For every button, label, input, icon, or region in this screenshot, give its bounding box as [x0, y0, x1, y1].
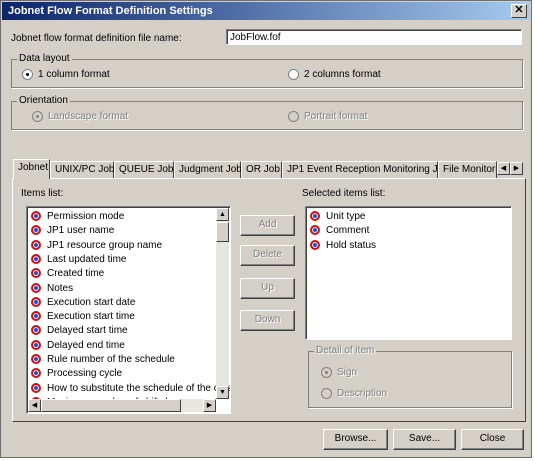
- tab-unix-pc-job[interactable]: UNIX/PC Job: [50, 161, 114, 178]
- scroll-thumb[interactable]: [216, 222, 229, 242]
- item-label: How to substitute the schedule of the cl…: [47, 382, 231, 394]
- item-type-icon: [31, 239, 41, 250]
- close-window-button[interactable]: ✕: [511, 4, 527, 18]
- item-label: JP1 user name: [47, 225, 115, 237]
- chevron-right-icon: ▶: [513, 165, 520, 172]
- selected-items-listbox[interactable]: Unit type Comment Hold status: [305, 206, 512, 340]
- add-button[interactable]: Add: [240, 215, 295, 236]
- arrow-right-icon: ▶: [206, 402, 213, 409]
- orientation-group: Orientation Landscape format Portrait fo…: [11, 95, 523, 130]
- item-label: Rule number of the schedule: [47, 354, 175, 365]
- horizontal-scrollbar[interactable]: ◀ ▶: [28, 399, 216, 412]
- tab-jobnet[interactable]: Jobnet: [13, 159, 50, 179]
- file-name-label: Jobnet flow format definition file name:: [11, 33, 182, 44]
- item-type-icon: [31, 225, 41, 236]
- tab-queue-job[interactable]: QUEUE Job: [114, 161, 174, 178]
- description-radio[interactable]: [321, 388, 332, 399]
- item-label: Processing cycle: [47, 368, 123, 380]
- item-label: Delayed end time: [47, 339, 125, 351]
- item-type-icon: [31, 339, 41, 350]
- item-type-icon: [31, 253, 41, 264]
- item-label: Hold status: [326, 239, 377, 251]
- item-type-icon: [31, 311, 41, 322]
- item-type-icon: [31, 354, 41, 364]
- one-column-label: 1 column format: [38, 69, 110, 80]
- item-type-icon: [31, 382, 41, 393]
- down-button[interactable]: Down: [240, 310, 295, 331]
- item-label: Comment: [326, 225, 370, 237]
- window-title: Jobnet Flow Format Definition Settings: [8, 5, 213, 17]
- item-type-icon: [31, 282, 41, 293]
- item-type-icon: [31, 325, 41, 336]
- item-type-icon: [310, 225, 320, 236]
- arrow-up-icon: ▲: [219, 211, 226, 218]
- file-name-input[interactable]: JobFlow.fof: [226, 29, 522, 45]
- dialog-window: Jobnet Flow Format Definition Settings ✕…: [0, 0, 532, 458]
- item-label: Permission mode: [47, 211, 125, 222]
- item-label: Last updated time: [47, 253, 127, 265]
- tab-file-monitoring[interactable]: File Monitoring: [438, 161, 497, 178]
- tab-judgment-job[interactable]: Judgment Job: [174, 161, 242, 178]
- delete-button[interactable]: Delete: [240, 245, 295, 266]
- close-icon: ✕: [514, 4, 524, 16]
- tab-scroll-right-button[interactable]: ▶: [510, 162, 523, 175]
- portrait-label: Portrait format: [304, 111, 368, 122]
- scroll-right-button[interactable]: ▶: [203, 399, 216, 412]
- sign-label: Sign: [337, 367, 358, 378]
- arrow-down-icon: ▼: [219, 389, 226, 396]
- item-label: Execution start time: [47, 311, 135, 323]
- two-columns-label: 2 columns format: [304, 69, 381, 80]
- up-button[interactable]: Up: [240, 278, 295, 299]
- two-columns-radio[interactable]: [288, 69, 299, 80]
- one-column-radio[interactable]: [22, 69, 33, 80]
- hscroll-thumb[interactable]: [41, 399, 181, 412]
- landscape-radio[interactable]: [32, 111, 43, 122]
- close-button[interactable]: Close: [461, 429, 524, 450]
- browse-button[interactable]: Browse...: [323, 429, 388, 450]
- items-list-label: Items list:: [21, 188, 64, 199]
- items-listbox[interactable]: Permission mode JP1 user name JP1 resource…: [26, 206, 231, 414]
- landscape-label: Landscape format: [48, 111, 129, 122]
- item-label: Created time: [47, 268, 105, 280]
- item-type-icon: [31, 211, 41, 221]
- item-type-icon: [310, 239, 320, 250]
- sign-radio[interactable]: [321, 367, 332, 378]
- detail-legend: Detail of item: [314, 345, 377, 356]
- file-name-value: JobFlow.fof: [230, 32, 281, 43]
- item-type-icon: [31, 296, 41, 307]
- title-bar[interactable]: Jobnet Flow Format Definition Settings ✕: [2, 2, 530, 20]
- data-layout-legend: Data layout: [17, 53, 72, 64]
- orientation-legend: Orientation: [17, 95, 70, 106]
- item-label: Unit type: [326, 211, 366, 222]
- item-type-icon: [310, 211, 320, 221]
- tab-or-job[interactable]: OR Job: [241, 161, 282, 178]
- arrow-left-icon: ◀: [31, 402, 38, 409]
- portrait-radio[interactable]: [288, 111, 299, 122]
- detail-group: Detail of item Sign Description: [308, 345, 512, 408]
- scroll-up-button[interactable]: ▲: [216, 208, 229, 221]
- item-label: Execution start date: [47, 296, 136, 308]
- tab-scroll-left-button[interactable]: ◀: [497, 162, 510, 175]
- item-label: Delayed start time: [47, 325, 128, 337]
- scroll-left-button[interactable]: ◀: [28, 399, 41, 412]
- chevron-left-icon: ◀: [500, 165, 507, 172]
- selected-list-label: Selected items list:: [302, 188, 386, 199]
- item-label: JP1 resource group name: [47, 239, 163, 251]
- vertical-scrollbar[interactable]: ▲ ▼: [216, 208, 229, 399]
- scroll-down-button[interactable]: ▼: [216, 386, 229, 399]
- item-type-icon: [31, 368, 41, 379]
- tab-panel-jobnet: Items list: Selected items list: Permiss…: [12, 178, 526, 422]
- tab-jp1-event-reception[interactable]: JP1 Event Reception Monitoring Job: [282, 161, 449, 178]
- description-label: Description: [337, 388, 388, 399]
- data-layout-group: Data layout 1 column format 2 columns fo…: [11, 53, 523, 88]
- item-label: Notes: [47, 282, 74, 294]
- save-button[interactable]: Save...: [393, 429, 456, 450]
- item-type-icon: [31, 268, 41, 279]
